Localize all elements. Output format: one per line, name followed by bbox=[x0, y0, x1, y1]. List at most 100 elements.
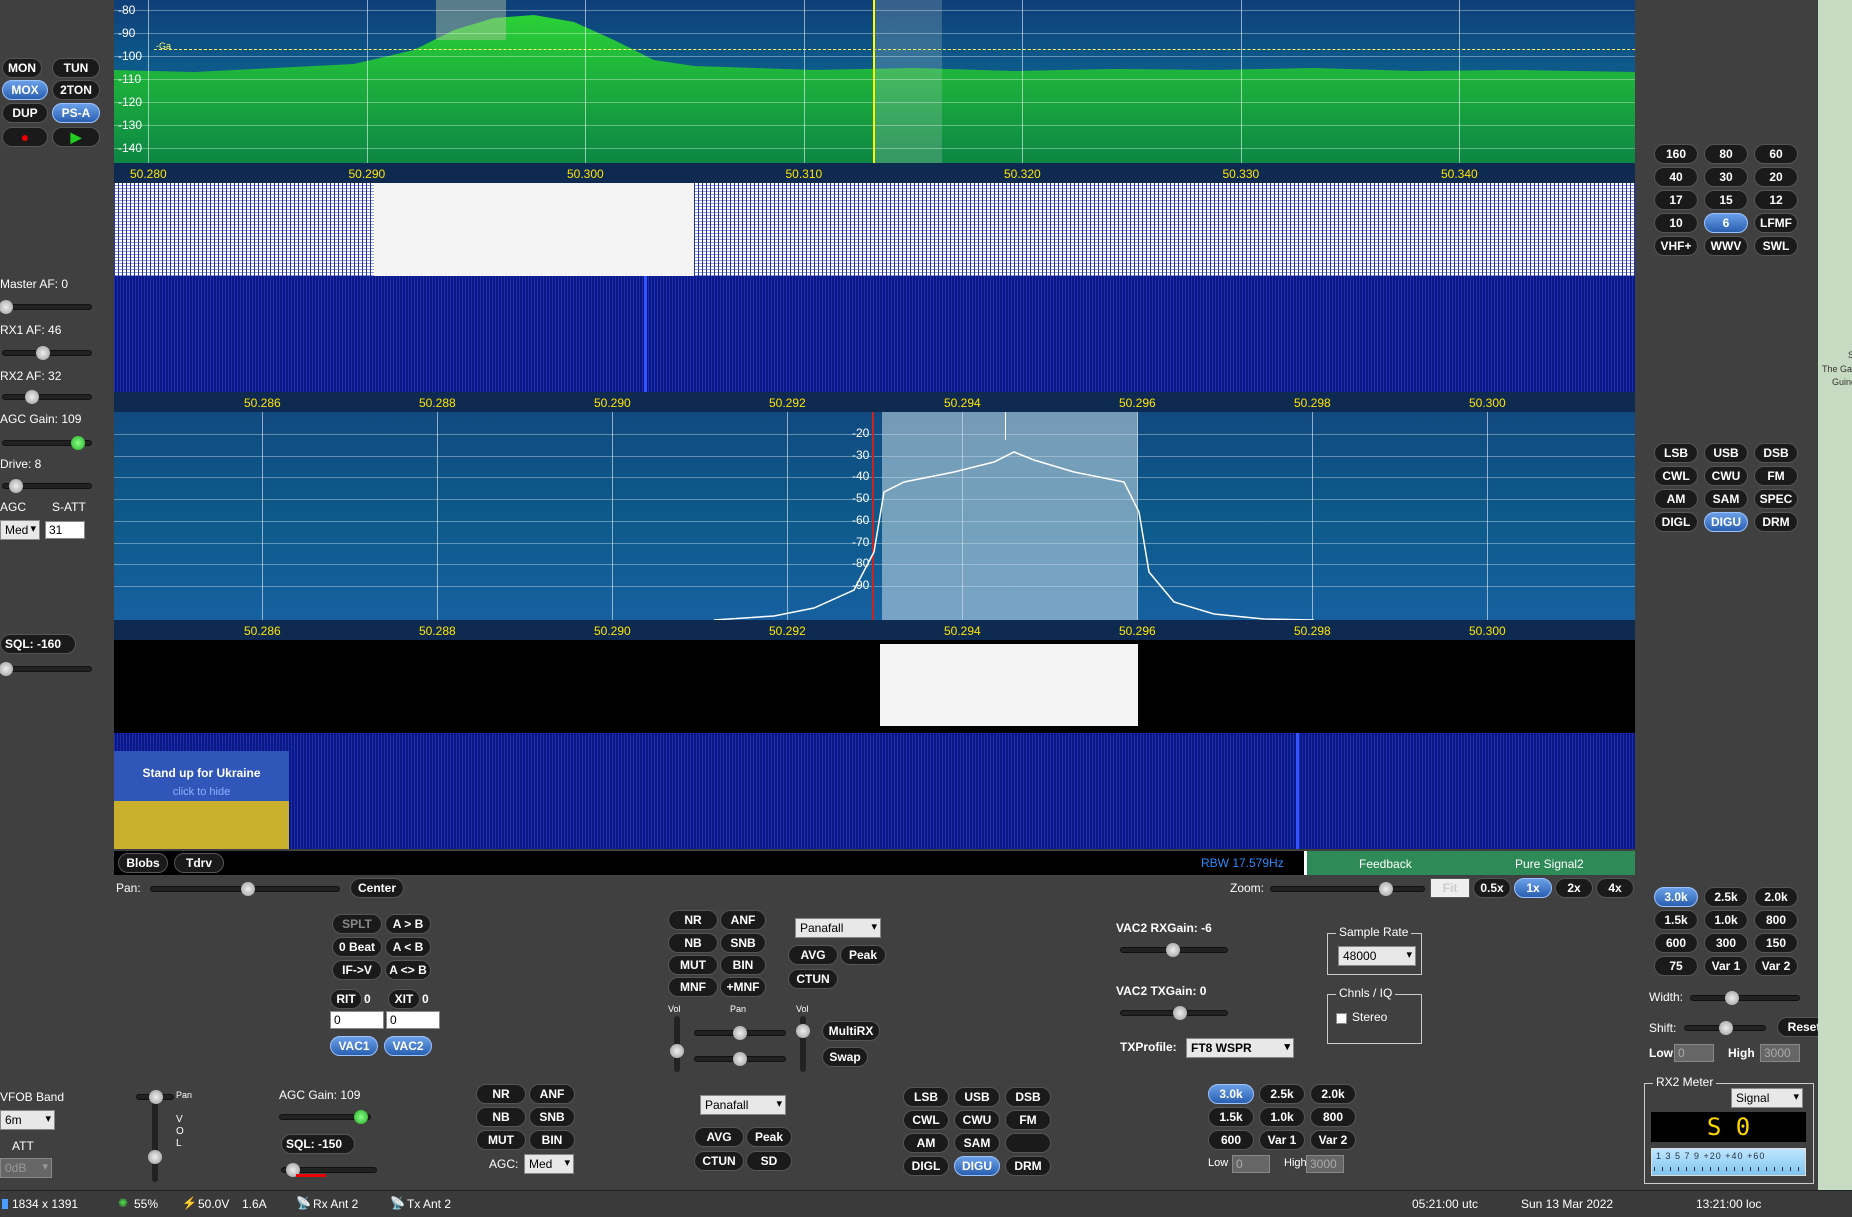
rx2-filter-button-3-0k[interactable]: 3.0k bbox=[1208, 1084, 1254, 1104]
band-button-160[interactable]: 160 bbox=[1654, 144, 1698, 164]
zero-beat-button[interactable]: 0 Beat bbox=[332, 937, 382, 957]
rx2-sd-button[interactable]: SD bbox=[746, 1151, 792, 1171]
band-button-40[interactable]: 40 bbox=[1654, 167, 1698, 187]
center-button[interactable]: Center bbox=[350, 878, 404, 898]
filter-high-input[interactable]: 3000 bbox=[1760, 1044, 1800, 1062]
band-button-vhf-[interactable]: VHF+ bbox=[1654, 236, 1698, 256]
rx2-mode-button-digl[interactable]: DIGL bbox=[903, 1156, 949, 1176]
band-button-20[interactable]: 20 bbox=[1754, 167, 1798, 187]
2ton-button[interactable]: 2TON bbox=[52, 80, 100, 100]
filter-button-300[interactable]: 300 bbox=[1704, 933, 1748, 953]
waterfall-rx2-top[interactable] bbox=[114, 640, 1635, 733]
zoom-05x-button[interactable]: 0.5x bbox=[1473, 878, 1511, 898]
rx2-snb-button[interactable]: SNB bbox=[529, 1107, 575, 1127]
zoom-4x-button[interactable]: 4x bbox=[1596, 878, 1634, 898]
drive-slider[interactable] bbox=[2, 479, 92, 493]
rx-ant-label[interactable]: Rx Ant 2 bbox=[313, 1197, 358, 1211]
rx2-mode-button-am[interactable]: AM bbox=[903, 1133, 949, 1153]
mode-button-usb[interactable]: USB bbox=[1704, 443, 1748, 463]
mon-button[interactable]: MON bbox=[2, 58, 42, 78]
filter-button-var-1[interactable]: Var 1 bbox=[1704, 956, 1748, 976]
waterfall-rx2[interactable] bbox=[114, 733, 1635, 849]
zoom-slider[interactable] bbox=[1270, 882, 1425, 896]
mode-button-sam[interactable]: SAM bbox=[1704, 489, 1748, 509]
rx2-mode-button-digu[interactable]: DIGU bbox=[954, 1156, 1000, 1176]
vac1-button[interactable]: VAC1 bbox=[330, 1036, 378, 1056]
filter-low-input[interactable]: 0 bbox=[1674, 1044, 1714, 1062]
mut-button[interactable]: MUT bbox=[668, 955, 718, 975]
mode-button-fm[interactable]: FM bbox=[1754, 466, 1798, 486]
rx2-mode-button-lsb[interactable]: LSB bbox=[903, 1087, 949, 1107]
rx2-pan-mini-slider[interactable] bbox=[136, 1090, 174, 1104]
rx2-filter-button-800[interactable]: 800 bbox=[1310, 1107, 1356, 1127]
rx2-filter-button-var-2[interactable]: Var 2 bbox=[1310, 1130, 1356, 1150]
rx2-mut-button[interactable]: MUT bbox=[476, 1130, 526, 1150]
filter-button-800[interactable]: 800 bbox=[1754, 910, 1798, 930]
band-button-80[interactable]: 80 bbox=[1704, 144, 1748, 164]
rx2-pan-slider[interactable] bbox=[694, 1052, 786, 1066]
mode-button-cwl[interactable]: CWL bbox=[1654, 466, 1698, 486]
filter-button-150[interactable]: 150 bbox=[1754, 933, 1798, 953]
xit-button[interactable]: XIT bbox=[388, 989, 420, 1009]
play-button[interactable]: ▶ bbox=[52, 127, 100, 147]
tx-ant-label[interactable]: Tx Ant 2 bbox=[407, 1197, 451, 1211]
mode-button-am[interactable]: AM bbox=[1654, 489, 1698, 509]
filter-button-75[interactable]: 75 bbox=[1654, 956, 1698, 976]
pan-slider[interactable] bbox=[150, 882, 340, 896]
band-button-12[interactable]: 12 bbox=[1754, 190, 1798, 210]
record-button[interactable]: ● bbox=[2, 127, 48, 147]
rx2-filter-button-2-0k[interactable]: 2.0k bbox=[1310, 1084, 1356, 1104]
band-button-30[interactable]: 30 bbox=[1704, 167, 1748, 187]
plus-mnf-button[interactable]: +MNF bbox=[720, 977, 766, 997]
rx2-vol-slider[interactable] bbox=[796, 1016, 810, 1072]
display-mode-select[interactable]: Panafall bbox=[795, 918, 881, 938]
peak-button[interactable]: Peak bbox=[840, 945, 886, 965]
swap-button[interactable]: Swap bbox=[822, 1047, 868, 1067]
split-button[interactable]: SPLT bbox=[332, 914, 382, 934]
band-button-17[interactable]: 17 bbox=[1654, 190, 1698, 210]
rx2-filter-button-2-5k[interactable]: 2.5k bbox=[1259, 1084, 1305, 1104]
rx2-agc-select[interactable]: Med bbox=[524, 1154, 574, 1174]
sql-slider[interactable] bbox=[0, 662, 92, 676]
mode-button-lsb[interactable]: LSB bbox=[1654, 443, 1698, 463]
rx2-mode-button-fm[interactable]: FM bbox=[1005, 1110, 1051, 1130]
waterfall-rx1[interactable] bbox=[114, 276, 1635, 392]
att-select[interactable]: 0dB bbox=[0, 1158, 52, 1178]
filter-button-1-5k[interactable]: 1.5k bbox=[1654, 910, 1698, 930]
mode-button-digu[interactable]: DIGU bbox=[1704, 512, 1748, 532]
multirx-button[interactable]: MultiRX bbox=[822, 1021, 880, 1041]
rx2-peak-button[interactable]: Peak bbox=[746, 1127, 792, 1147]
mox-button[interactable]: MOX bbox=[2, 80, 48, 100]
rx2-filter-high-input[interactable]: 3000 bbox=[1306, 1155, 1344, 1173]
band-button-60[interactable]: 60 bbox=[1754, 144, 1798, 164]
agc-select[interactable]: Med bbox=[0, 520, 40, 540]
filter-button-600[interactable]: 600 bbox=[1654, 933, 1698, 953]
master-af-slider[interactable] bbox=[0, 300, 92, 314]
blobs-button[interactable]: Blobs bbox=[118, 853, 168, 873]
rx2-anf-button[interactable]: ANF bbox=[529, 1084, 575, 1104]
band-button-10[interactable]: 10 bbox=[1654, 213, 1698, 233]
band-button-6[interactable]: 6 bbox=[1704, 213, 1748, 233]
rx2-mode-button-cwl[interactable]: CWL bbox=[903, 1110, 949, 1130]
rx2-sql-slider[interactable] bbox=[281, 1163, 377, 1177]
rit-button[interactable]: RIT bbox=[330, 989, 362, 1009]
rx1-af-slider[interactable] bbox=[2, 346, 92, 360]
band-button-lfmf[interactable]: LFMF bbox=[1754, 213, 1798, 233]
tx-profile-select[interactable]: FT8 WSPR bbox=[1186, 1038, 1294, 1058]
rx2-vol-vertical-slider[interactable] bbox=[148, 1096, 162, 1182]
rx2-avg-button[interactable]: AVG bbox=[694, 1127, 744, 1147]
bin-button[interactable]: BIN bbox=[720, 955, 766, 975]
if-to-v-button[interactable]: IF->V bbox=[332, 960, 382, 980]
band-button-15[interactable]: 15 bbox=[1704, 190, 1748, 210]
vfob-band-select[interactable]: 6m bbox=[0, 1110, 55, 1130]
rx2-bin-button[interactable]: BIN bbox=[529, 1130, 575, 1150]
vac2-button[interactable]: VAC2 bbox=[384, 1036, 432, 1056]
rx2-mode-button-drm[interactable]: DRM bbox=[1005, 1156, 1051, 1176]
rx2-mode-button-dsb[interactable]: DSB bbox=[1005, 1087, 1051, 1107]
rx2-filter-low-input[interactable]: 0 bbox=[1232, 1155, 1270, 1173]
rx2-agc-gain-slider[interactable] bbox=[279, 1110, 371, 1124]
avg-button[interactable]: AVG bbox=[788, 945, 838, 965]
rx2-mode-button-usb[interactable]: USB bbox=[954, 1087, 1000, 1107]
zoom-2x-button[interactable]: 2x bbox=[1555, 878, 1593, 898]
rx2-nr-button[interactable]: NR bbox=[476, 1084, 526, 1104]
